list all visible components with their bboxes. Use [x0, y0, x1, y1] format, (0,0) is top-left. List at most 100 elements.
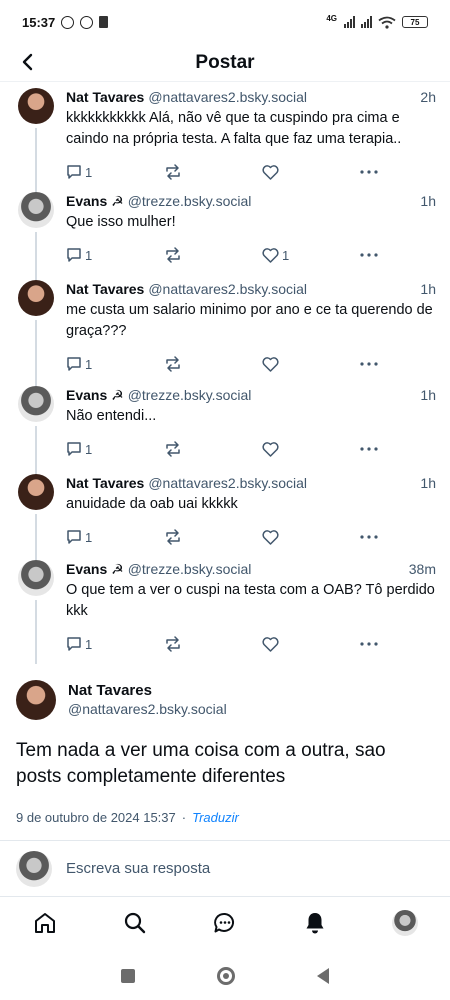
post-time: 2h [420, 89, 436, 105]
network-label: 4G [326, 13, 337, 23]
profile-avatar [392, 909, 418, 936]
reply-button[interactable]: 1 [66, 636, 164, 652]
more-button[interactable] [360, 362, 378, 366]
author-name[interactable]: Evans ☭ [66, 386, 124, 404]
repost-button[interactable] [164, 636, 262, 652]
thread-post[interactable]: Nat Tavares @nattavares2.bsky.social 1h an… [0, 474, 450, 560]
reply-button[interactable]: 1 [66, 529, 164, 545]
like-button[interactable] [262, 441, 360, 457]
page-title: Postar [195, 51, 255, 73]
more-icon [360, 170, 378, 174]
like-button[interactable] [262, 164, 360, 180]
signal-icon-2 [361, 16, 372, 28]
reply-button[interactable]: 1 [66, 441, 164, 457]
avatar[interactable] [18, 280, 54, 316]
author-name[interactable]: Nat Tavares [66, 280, 144, 298]
recents-icon[interactable] [121, 969, 135, 983]
reply-button[interactable]: 1 [66, 356, 164, 372]
nav-profile[interactable] [385, 903, 425, 943]
post-text: Tem nada a ver uma coisa com a outra, sa… [16, 740, 386, 787]
post-time: 1h [420, 475, 436, 491]
home-icon [35, 912, 55, 933]
reply-button[interactable]: 1 [66, 164, 164, 180]
post-time: 1h [420, 193, 436, 209]
repost-button[interactable] [164, 164, 262, 180]
back-system-icon[interactable] [317, 968, 329, 984]
thread-line [35, 320, 37, 386]
like-button[interactable] [262, 529, 360, 545]
avatar[interactable] [18, 88, 54, 124]
search-icon [124, 912, 146, 933]
thread-post[interactable]: Evans ☭ @trezze.bsky.social 38m O que tem … [0, 560, 450, 664]
reply-composer[interactable]: Escreva sua resposta [0, 840, 450, 896]
system-navigation [0, 952, 450, 1000]
like-button[interactable] [262, 356, 360, 372]
heart-icon [262, 356, 279, 372]
reply-icon [67, 165, 81, 179]
thread: Nat Tavares @nattavares2.bsky.social 2h kk… [0, 88, 450, 664]
more-button[interactable] [360, 253, 378, 257]
reply-count: 1 [85, 356, 93, 372]
author-handle[interactable]: @trezze.bsky.social [128, 386, 252, 404]
more-button[interactable] [360, 447, 378, 451]
repost-icon [166, 247, 180, 263]
reply-button[interactable]: 1 [66, 247, 164, 263]
avatar[interactable] [18, 560, 54, 596]
post-actions: 1 1 [66, 235, 436, 275]
more-icon [360, 447, 378, 451]
avatar[interactable] [18, 192, 54, 228]
like-button[interactable]: 1 [262, 248, 360, 263]
author-handle[interactable]: @nattavares2.bsky.social [148, 474, 307, 492]
app-header: Postar [0, 44, 450, 82]
thread-post[interactable]: Evans ☭ @trezze.bsky.social 1h Não entendi… [0, 386, 450, 474]
chat-icon [214, 912, 234, 932]
reply-icon [67, 357, 81, 371]
like-button[interactable] [262, 636, 360, 652]
repost-icon [166, 636, 180, 652]
repost-button[interactable] [164, 441, 262, 457]
nav-search[interactable] [115, 903, 155, 943]
nav-notifications[interactable] [295, 903, 335, 943]
nav-home[interactable] [25, 903, 65, 943]
post-text: anuidade da oab uai kkkkk [66, 496, 238, 512]
author-handle[interactable]: @nattavares2.bsky.social [148, 88, 307, 106]
reply-placeholder[interactable]: Escreva sua resposta [66, 860, 210, 877]
more-button[interactable] [360, 170, 378, 174]
status-bar: 15:37 4G 75 [0, 0, 450, 44]
author-handle[interactable]: @nattavares2.bsky.social [68, 700, 227, 719]
avatar[interactable] [16, 680, 56, 720]
author-handle[interactable]: @trezze.bsky.social [128, 560, 252, 578]
heart-icon [262, 636, 279, 652]
author-handle[interactable]: @trezze.bsky.social [128, 192, 252, 210]
repost-button[interactable] [164, 529, 262, 545]
reply-count: 1 [85, 441, 93, 457]
date-separator: · [181, 810, 187, 825]
repost-icon [166, 356, 180, 372]
post-actions: 1 [66, 624, 436, 664]
author-handle[interactable]: @nattavares2.bsky.social [148, 280, 307, 298]
post-date: 9 de outubro de 2024 15:37 [16, 810, 176, 825]
author-name[interactable]: Nat Tavares [66, 88, 144, 106]
reply-icon [67, 442, 81, 456]
thread-post[interactable]: Nat Tavares @nattavares2.bsky.social 1h me… [0, 280, 450, 386]
thread-post[interactable]: Nat Tavares @nattavares2.bsky.social 2h kk… [0, 88, 450, 192]
thread-post[interactable]: Evans ☭ @trezze.bsky.social 1h Que isso mu… [0, 192, 450, 280]
repost-icon [166, 529, 180, 545]
more-button[interactable] [360, 642, 378, 646]
avatar[interactable] [18, 474, 54, 510]
avatar [16, 850, 52, 887]
repost-button[interactable] [164, 247, 262, 263]
avatar[interactable] [18, 386, 54, 422]
post-text: me custa um salario minimo por ano e ce … [66, 302, 433, 339]
more-icon [360, 535, 378, 539]
back-button[interactable] [14, 48, 42, 76]
repost-button[interactable] [164, 356, 262, 372]
more-button[interactable] [360, 535, 378, 539]
author-name[interactable]: Evans ☭ [66, 560, 124, 578]
author-name[interactable]: Nat Tavares [68, 681, 227, 700]
author-name[interactable]: Nat Tavares [66, 474, 144, 492]
nav-chat[interactable] [205, 903, 245, 943]
translate-link[interactable]: Traduzir [192, 810, 239, 825]
author-name[interactable]: Evans ☭ [66, 192, 124, 210]
home-system-icon[interactable] [217, 967, 235, 985]
